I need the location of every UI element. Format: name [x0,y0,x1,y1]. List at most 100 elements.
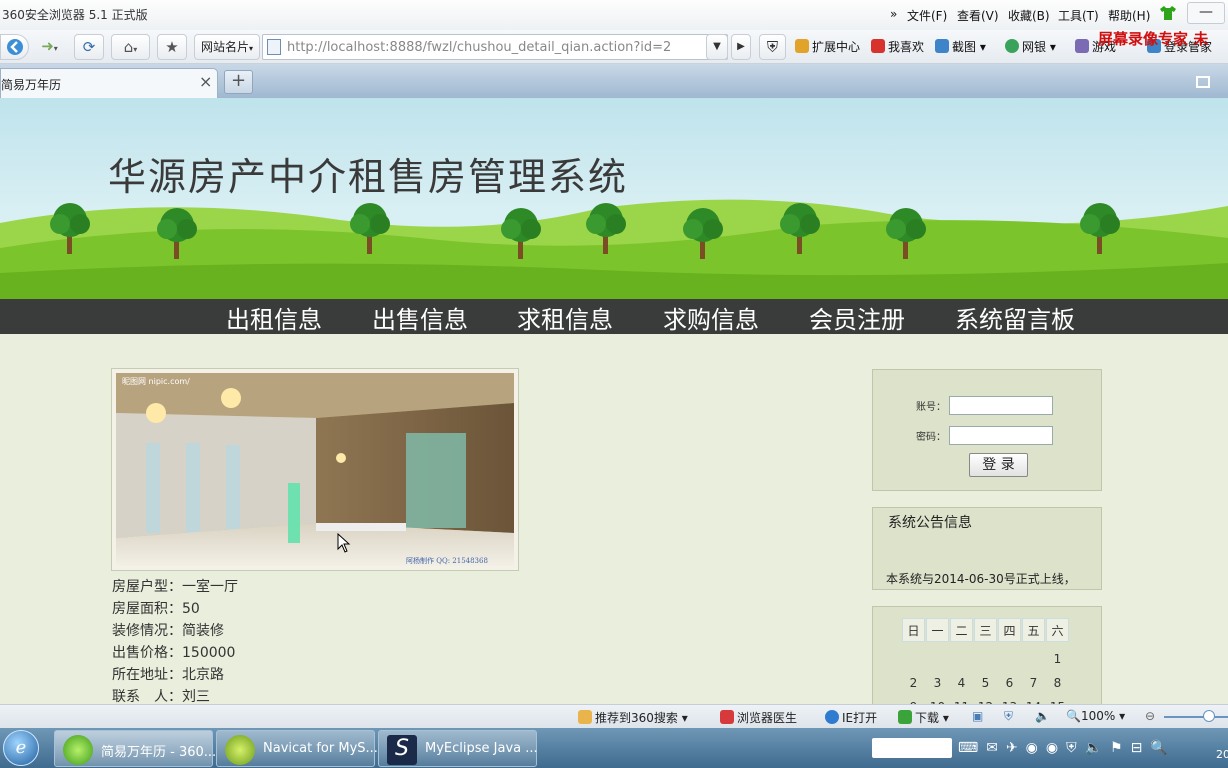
go-button[interactable]: ▶ [731,34,751,60]
page-icon [267,39,281,55]
nav-rent-info[interactable]: 出租信息 [226,300,322,335]
calendar-day [950,647,973,671]
calendar-day [974,647,997,671]
menu-favorites[interactable]: 收藏(B) [1008,7,1050,24]
security-icon[interactable]: ⛨ [1004,709,1013,724]
browser-statusbar: 推荐到360搜索 ▾ 浏览器医生 IE打开 下载 ▾ ▣ ⛨ 🔈 🔍100% ▾… [0,704,1228,728]
zoom-slider-handle[interactable] [1203,710,1215,722]
heart-icon [871,39,885,53]
nav-member-register[interactable]: 会员注册 [809,300,905,335]
calendar-week-row: 2345678 [902,671,1072,695]
menu-file[interactable]: 文件(F) [907,7,947,24]
calendar-day[interactable]: 7 [1022,671,1045,695]
weekday-sun: 日 [902,618,925,642]
calendar-day[interactable]: 8 [1046,671,1069,695]
tree-icon [1078,198,1122,259]
clock: 20 [1216,748,1228,761]
task-navicat[interactable]: Navicat for MyS... [216,730,378,767]
nav-message-board[interactable]: 系统留言板 [955,300,1075,335]
scissors-icon [935,39,949,53]
account-input[interactable] [949,396,1053,415]
back-button[interactable] [0,34,29,60]
tree-icon [778,198,822,259]
calendar-week-row: 1 [902,647,1072,671]
menu-tools[interactable]: 工具(T) [1058,7,1099,24]
task-myeclipse[interactable]: S MyEclipse Java ... [378,730,538,767]
forward-icon[interactable]: ➜▾ [33,34,66,60]
recorder-watermark: 屏幕录像专家 未 [1098,30,1209,48]
field-address: 所在地址：北京路 [112,667,224,683]
recommend-360-search[interactable]: 推荐到360搜索 ▾ [578,709,688,726]
windows-taskbar: e 简易万年历 - 360... Navicat for MyS... S My… [0,728,1228,768]
house-photo: 昵图网 nipic.com/ 阿杨制作 QQ: 21548368 [111,368,519,571]
shirt-icon[interactable] [1160,6,1176,20]
calendar-day[interactable]: 2 [902,671,925,695]
site-title: 华源房产中介租售房管理系统 [108,155,629,199]
new-tab-button[interactable]: + [224,70,253,94]
url-input[interactable]: http://localhost:8888/fwzl/chushou_detai… [287,40,671,55]
menu-help[interactable]: 帮助(H) [1108,7,1150,24]
photo-credit: 阿杨制作 QQ: 21548368 [406,556,488,565]
start-button[interactable]: e [3,730,39,766]
field-decoration: 装修情况：简装修 [112,623,224,639]
extension-icon [795,39,809,53]
tab-calendar[interactable]: 简易万年历 × [0,68,218,98]
tab-close-icon[interactable]: × [199,72,212,91]
weekday-fri: 五 [1022,618,1045,642]
home-button[interactable]: ⌂▾ [111,34,150,60]
nav-want-rent-info[interactable]: 求租信息 [517,300,613,335]
website-card-button[interactable]: 网站名片▾ [194,34,260,60]
task-360-browser[interactable]: 简易万年历 - 360... [54,730,216,767]
extension-center-link[interactable]: 扩展中心 [795,38,860,55]
browser-doctor[interactable]: 浏览器医生 [720,709,797,726]
calendar-day[interactable]: 4 [950,671,973,695]
field-house-area: 房屋面积：50 [112,601,200,617]
zoom-slider[interactable] [1164,716,1228,718]
zoom-control[interactable]: 🔍100% ▾ [1066,709,1125,723]
address-bar[interactable]: http://localhost:8888/fwzl/chushou_detai… [262,34,728,60]
notice-panel: 系统公告信息 本系统与2014-06-30号正式上线， [872,507,1102,590]
browser-360-icon [63,735,93,765]
calendar-days: 123456789101112131415 [902,647,1072,705]
minimize-button[interactable]: — [1187,2,1225,24]
volume-icon[interactable]: 🔈 [1035,709,1050,723]
calendar-day[interactable]: 6 [998,671,1021,695]
url-dropdown-button[interactable]: ▼ [706,34,728,60]
screenshot-link[interactable]: 截图 ▾ [935,38,986,55]
tree-icon [681,203,725,264]
download-arrow-icon [898,710,912,724]
taskbar-search-box[interactable] [872,738,952,758]
calendar-day [1022,647,1045,671]
calendar-day[interactable]: 5 [974,671,997,695]
restore-window-icon[interactable] [1196,76,1210,88]
account-label: 账号： [916,402,946,413]
zoom-out-icon[interactable]: ⊖ [1145,709,1155,723]
tree-icon [884,203,928,264]
menu-view[interactable]: 查看(V) [957,7,999,24]
calendar-weekday-header: 日 一 二 三 四 五 六 [902,618,1072,644]
download-button[interactable]: 下载 ▾ [898,709,949,726]
password-input[interactable] [949,426,1053,445]
login-panel: 账号： 密码： 登 录 [872,369,1102,491]
site-banner: 华源房产中介租售房管理系统 [0,98,1228,299]
myeclipse-icon: S [387,735,417,765]
ie-open[interactable]: IE打开 [825,709,877,726]
window-icon[interactable]: ▣ [972,709,983,723]
weekday-mon: 一 [926,618,949,642]
bank-link[interactable]: 网银 ▾ [1005,38,1056,55]
browser-toolbar: ➜▾ ⟳ ⌂▾ ★ 网站名片▾ http://localhost:8888/fw… [0,30,1228,64]
thumb-up-icon [578,710,592,724]
login-button[interactable]: 登 录 [969,453,1028,477]
favorite-star-button[interactable]: ★ [157,34,187,60]
shield-icon[interactable]: ⛨ [759,34,786,60]
calendar-day [902,647,925,671]
refresh-button[interactable]: ⟳ [74,34,104,60]
system-tray-icons[interactable]: ⌨✉✈◉◉⛨🔈⚑⊟🔍 [958,740,1176,756]
calendar-day[interactable]: 3 [926,671,949,695]
nav-want-buy-info[interactable]: 求购信息 [663,300,759,335]
my-like-link[interactable]: 我喜欢 [871,38,924,55]
nav-sale-info[interactable]: 出售信息 [372,300,468,335]
menu-more-arrow[interactable]: » [890,7,897,21]
calendar-day[interactable]: 1 [1046,647,1069,671]
field-contact: 联系 人：刘三 [112,689,210,705]
